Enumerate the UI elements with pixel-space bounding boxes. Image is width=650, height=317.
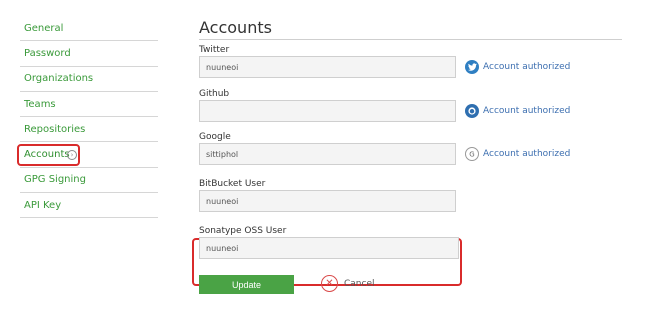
twitter-auth-link[interactable]: Account authorized (465, 60, 570, 74)
google-icon: G (465, 147, 479, 161)
sonatype-field[interactable]: nuuneoi (199, 237, 459, 259)
sidebar-item-label: Teams (24, 98, 56, 110)
title-divider (199, 39, 622, 40)
google-auth-text: Account authorized (483, 149, 571, 159)
github-label: Github (199, 89, 230, 99)
github-auth-text: Account authorized (483, 106, 571, 116)
twitter-field[interactable]: nuuneoi (199, 56, 456, 78)
sidebar-item-label: GPG Signing (24, 174, 86, 186)
bitbucket-label: BitBucket User (199, 179, 266, 189)
sidebar-item-accounts[interactable]: Accounts › (17, 142, 158, 168)
sidebar-item-api-key[interactable]: API Key (20, 193, 158, 219)
twitter-label: Twitter (199, 45, 230, 55)
sidebar-item-label: Repositories (24, 123, 86, 135)
chevron-right-icon: › (67, 150, 77, 161)
cancel-label: Cancel (344, 278, 375, 289)
sidebar-item-repositories[interactable]: Repositories (20, 117, 158, 143)
github-auth-link[interactable]: Account authorized (465, 104, 570, 118)
sonatype-label: Sonatype OSS User (199, 226, 287, 236)
page-title: Accounts (199, 18, 272, 37)
svg-text:G: G (469, 151, 474, 159)
github-field[interactable] (199, 100, 456, 122)
sidebar-item-label: Organizations (24, 73, 94, 85)
google-auth-link[interactable]: G Account authorized (465, 147, 570, 161)
twitter-icon (465, 60, 479, 74)
sidebar: General Password Organizations Teams Rep… (17, 16, 158, 219)
sidebar-item-gpg-signing[interactable]: GPG Signing (20, 168, 158, 194)
update-button[interactable]: Update (199, 275, 294, 294)
close-icon: ✕ (321, 275, 338, 292)
sidebar-item-organizations[interactable]: Organizations (20, 67, 158, 92)
google-field[interactable]: sittiphol (199, 143, 456, 165)
sidebar-item-label: Accounts (24, 149, 70, 161)
sidebar-item-password[interactable]: Password (20, 41, 158, 67)
sidebar-item-label: Password (24, 47, 71, 59)
sidebar-item-label: API Key (24, 199, 62, 211)
cancel-button[interactable]: ✕ Cancel (321, 275, 375, 292)
accounts-panel: Accounts Twitter nuuneoi Account authori… (192, 18, 622, 294)
google-label: Google (199, 132, 231, 142)
github-icon (465, 104, 479, 118)
bitbucket-field[interactable]: nuuneoi (199, 190, 456, 212)
sidebar-item-label: General (24, 22, 64, 34)
sidebar-item-general[interactable]: General (20, 16, 158, 42)
sidebar-item-teams[interactable]: Teams (20, 92, 158, 118)
twitter-auth-text: Account authorized (483, 62, 571, 72)
